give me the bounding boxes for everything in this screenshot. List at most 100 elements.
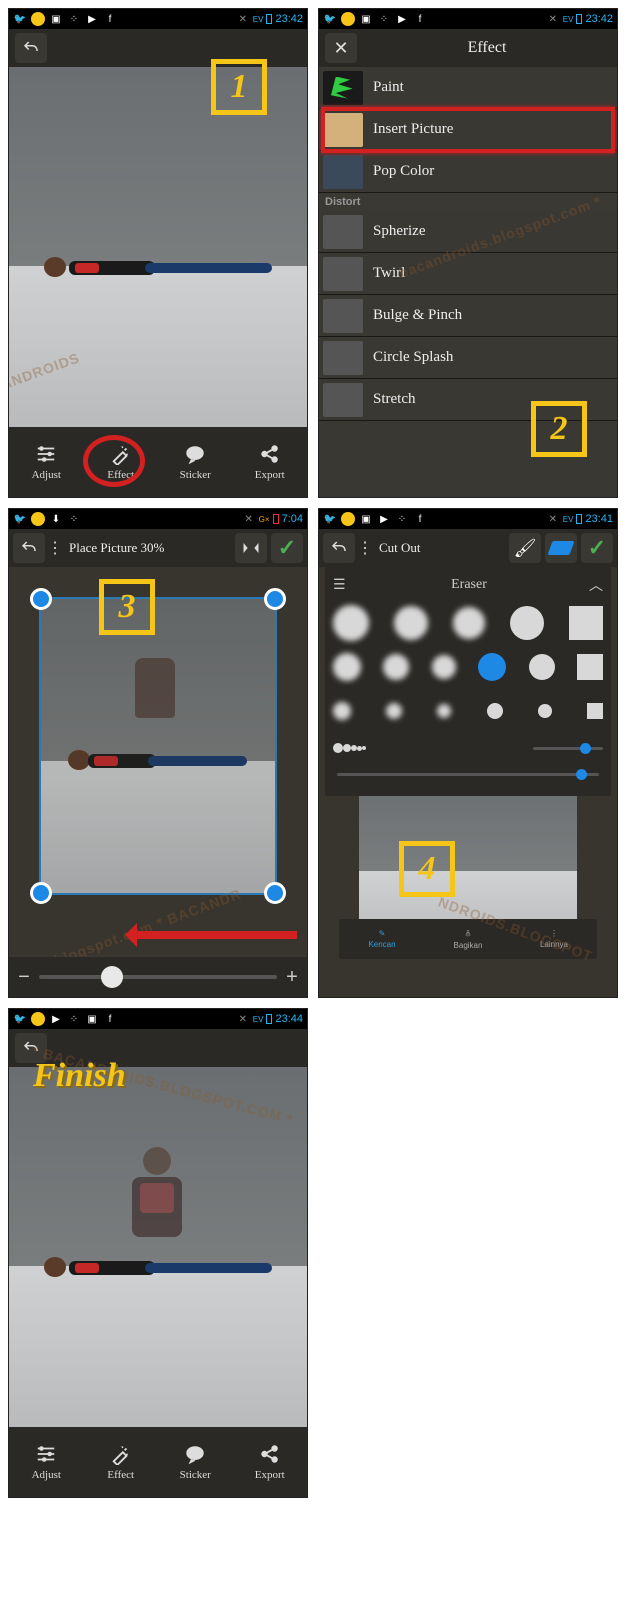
label: Effect bbox=[107, 1469, 134, 1481]
bbm-icon: ⁘ bbox=[377, 12, 391, 26]
panel-4-cutout: 🐦 ▣ ▶ ⁘ f ✕ EV 23:41 ⋮ Cut Out 🖌 ✓ ☰ Era… bbox=[318, 508, 618, 998]
effect-item-twirl[interactable]: Twirl bbox=[319, 253, 617, 295]
sticker-button[interactable]: Sticker bbox=[158, 427, 233, 497]
battery-low-icon bbox=[273, 514, 279, 524]
brush-option[interactable] bbox=[587, 703, 603, 719]
sticker-button[interactable]: Sticker bbox=[158, 1427, 233, 1497]
brush-option[interactable] bbox=[343, 744, 351, 752]
menu-dots-icon[interactable]: ⋮ bbox=[359, 533, 371, 563]
effect-item-bulge-pinch[interactable]: Bulge & Pinch bbox=[319, 295, 617, 337]
placed-image[interactable] bbox=[39, 597, 277, 895]
eraser-panel: ☰ Eraser ︿ bbox=[325, 567, 611, 796]
handle-br[interactable] bbox=[264, 882, 286, 904]
confirm-button[interactable]: ✓ bbox=[271, 533, 303, 563]
undo-button[interactable] bbox=[13, 533, 45, 563]
battery-icon bbox=[576, 14, 582, 24]
adjust-button[interactable]: Adjust bbox=[9, 1427, 84, 1497]
sub-btn-1[interactable]: ✎Kencan bbox=[339, 919, 425, 959]
confirm-button[interactable]: ✓ bbox=[581, 533, 613, 563]
photo-canvas[interactable]: * BACANDROIDS.BLOGSPOT.COM * bbox=[9, 1067, 307, 1429]
clock: 23:42 bbox=[275, 13, 303, 25]
brush-button[interactable]: 🖌 bbox=[509, 533, 541, 563]
place-canvas[interactable]: blogspot.com * BACANDR bbox=[9, 567, 307, 955]
effect-item-pop-color[interactable]: Pop Color bbox=[319, 151, 617, 193]
close-button[interactable]: ✕ bbox=[325, 33, 357, 63]
effect-item-paint[interactable]: Paint bbox=[319, 67, 617, 109]
play-icon: ▶ bbox=[85, 12, 99, 26]
brush-option[interactable] bbox=[333, 702, 351, 720]
slider-knob[interactable] bbox=[101, 966, 123, 988]
brush-option[interactable] bbox=[510, 606, 544, 640]
eraser-button[interactable] bbox=[545, 533, 577, 563]
label: Stretch bbox=[373, 391, 416, 408]
brush-option[interactable] bbox=[529, 654, 555, 680]
eraser-title: Eraser bbox=[349, 577, 589, 593]
label: Spherize bbox=[373, 223, 425, 240]
brush-option[interactable] bbox=[437, 704, 451, 718]
undo-button[interactable] bbox=[323, 533, 355, 563]
sticker-label: Sticker bbox=[180, 469, 211, 481]
effect-item-spherize[interactable]: Spherize bbox=[319, 211, 617, 253]
status-bar: 🐦 ▣ ▶ ⁘ f ✕ EV 23:41 bbox=[319, 509, 617, 529]
sub-btn-2[interactable]: ⫚Bagikan bbox=[425, 919, 511, 959]
brush-option[interactable] bbox=[577, 654, 603, 680]
brush-option[interactable] bbox=[383, 654, 409, 680]
brush-option[interactable] bbox=[333, 653, 361, 681]
gallery-icon: ▣ bbox=[85, 1012, 99, 1026]
brush-option[interactable] bbox=[394, 606, 428, 640]
adjust-button[interactable]: Adjust bbox=[9, 427, 84, 497]
label: Sticker bbox=[180, 1469, 211, 1481]
fb-icon: f bbox=[413, 12, 427, 26]
list-icon[interactable]: ☰ bbox=[333, 577, 349, 594]
undo-button[interactable] bbox=[15, 33, 47, 63]
brush-option[interactable] bbox=[432, 655, 456, 679]
clock: 23:44 bbox=[275, 1013, 303, 1025]
app-icon bbox=[31, 12, 45, 26]
signal-icon: ✕ bbox=[236, 12, 250, 26]
battery-icon bbox=[266, 1014, 272, 1024]
sub-btn-3[interactable]: ⋮Lainnya bbox=[511, 919, 597, 959]
fb-icon: f bbox=[103, 1012, 117, 1026]
place-toolbar: ⋮ Place Picture 30% ✓ bbox=[9, 529, 307, 567]
step-badge-4: 4 bbox=[399, 841, 455, 897]
twitter-icon: 🐦 bbox=[13, 1012, 27, 1026]
brush-option[interactable] bbox=[333, 605, 369, 641]
brush-option[interactable] bbox=[569, 606, 603, 640]
export-button[interactable]: Export bbox=[233, 427, 308, 497]
brush-row-1 bbox=[333, 601, 603, 645]
opacity-slider: − + bbox=[9, 957, 307, 997]
pop-thumb bbox=[323, 155, 363, 189]
effect-button[interactable]: Effect bbox=[84, 1427, 159, 1497]
slider-knob[interactable] bbox=[580, 743, 591, 754]
sub-toolbar: ✎Kencan ⫚Bagikan ⋮Lainnya bbox=[339, 919, 597, 959]
flip-button[interactable] bbox=[235, 533, 267, 563]
handle-tr[interactable] bbox=[264, 588, 286, 610]
handle-tl[interactable] bbox=[30, 588, 52, 610]
slider-knob[interactable] bbox=[576, 769, 587, 780]
brush-option[interactable] bbox=[487, 703, 503, 719]
brush-option[interactable] bbox=[333, 743, 343, 753]
panel-3-place-picture: 🐦 ⬇ ⁘ ✕ G× 7:04 ⋮ Place Picture 30% ✓ bl… bbox=[8, 508, 308, 998]
handle-bl[interactable] bbox=[30, 882, 52, 904]
effect-item-circle-splash[interactable]: Circle Splash bbox=[319, 337, 617, 379]
brush-option[interactable] bbox=[362, 746, 366, 750]
signal-icon: ✕ bbox=[236, 1012, 250, 1026]
brush-option[interactable] bbox=[538, 704, 552, 718]
signal-icon: ✕ bbox=[546, 12, 560, 26]
export-button[interactable]: Export bbox=[233, 1427, 308, 1497]
photo-canvas[interactable]: ANDROIDS bbox=[9, 67, 307, 429]
twitter-icon: 🐦 bbox=[323, 512, 337, 526]
app-icon bbox=[31, 512, 45, 526]
status-bar: 🐦 ▣ ⁘ ▶ f ✕ EV 23:42 bbox=[9, 9, 307, 29]
brush-option[interactable] bbox=[453, 607, 485, 639]
slider-minus[interactable]: − bbox=[17, 966, 31, 989]
brush-option-selected[interactable] bbox=[478, 653, 506, 681]
menu-dots-icon[interactable]: ⋮ bbox=[49, 533, 61, 563]
slider-plus[interactable]: + bbox=[285, 966, 299, 989]
size-slider[interactable] bbox=[337, 773, 599, 776]
gallery-icon: ▣ bbox=[49, 12, 63, 26]
chevron-up-icon[interactable]: ︿ bbox=[589, 575, 603, 595]
slider-track[interactable] bbox=[39, 975, 277, 979]
twitter-icon: 🐦 bbox=[13, 12, 27, 26]
brush-option[interactable] bbox=[386, 703, 402, 719]
